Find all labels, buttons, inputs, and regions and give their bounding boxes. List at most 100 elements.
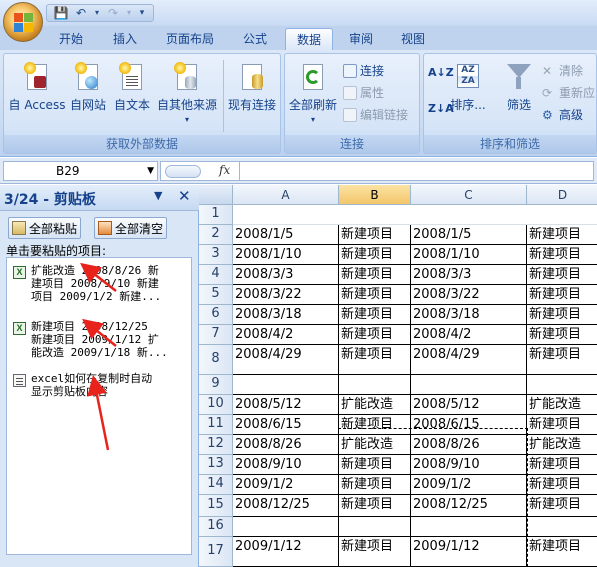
row-header[interactable]: 5 [199, 285, 233, 305]
cell-b3[interactable]: 新建项目 [339, 246, 411, 263]
cell-b5[interactable]: 新建项目 [339, 286, 411, 303]
cell-d6[interactable]: 新建项目 [527, 306, 597, 323]
clear-button[interactable]: ✕ 清除 [542, 62, 583, 79]
cell-d8[interactable]: 新建项目 [527, 346, 597, 363]
row-header[interactable]: 11 [199, 415, 233, 435]
row-header[interactable]: 17 [199, 537, 233, 567]
cell-c3[interactable]: 2008/1/10 [411, 246, 527, 263]
clipboard-item[interactable]: X 扩能改造 2008/8/26 新 建项目 2008/9/10 新建 项目 2… [13, 264, 183, 303]
row-header[interactable]: 8 [199, 345, 233, 375]
cell-a10[interactable]: 2008/5/12 [233, 396, 339, 413]
row-header[interactable]: 9 [199, 375, 233, 395]
from-text-button[interactable]: 自文本 [112, 62, 152, 113]
cell-a6[interactable]: 2008/3/18 [233, 306, 339, 323]
cell-d17[interactable]: 新建项目 [527, 538, 597, 555]
tab-insert[interactable]: 插入 [104, 28, 146, 50]
filter-button[interactable]: 筛选 [502, 62, 536, 113]
reapply-button[interactable]: ⟳ 重新应 [542, 84, 595, 101]
connections-button[interactable]: 连接 [343, 62, 384, 79]
cell-d5[interactable]: 新建项目 [527, 286, 597, 303]
cell-d3[interactable]: 新建项目 [527, 246, 597, 263]
save-icon[interactable]: 💾 [53, 6, 69, 20]
row-header[interactable]: 16 [199, 517, 233, 537]
cell-c5[interactable]: 2008/3/22 [411, 286, 527, 303]
row-header[interactable]: 12 [199, 435, 233, 455]
cell-d14[interactable]: 新建项目 [527, 476, 597, 493]
cell-c10[interactable]: 2008/5/12 [411, 396, 527, 413]
undo-dropdown-icon[interactable]: ▾ [93, 6, 101, 20]
tab-formulas[interactable]: 公式 [234, 28, 276, 50]
column-header-b[interactable]: B [339, 185, 411, 205]
cell-b8[interactable]: 新建项目 [339, 346, 411, 363]
clipboard-item[interactable]: excel如何在复制时自动 显示剪贴板内容 [13, 372, 183, 398]
name-box[interactable]: B29 ▼ [3, 161, 158, 181]
undo-icon[interactable]: ↶ [73, 6, 89, 20]
cell-a4[interactable]: 2008/3/3 [233, 266, 339, 283]
cell-d15[interactable]: 新建项目 [527, 496, 597, 513]
existing-connections-button[interactable]: 现有连接 [226, 62, 278, 113]
row-header[interactable]: 1 [199, 205, 233, 225]
pane-menu-icon[interactable]: ▼ [154, 189, 162, 202]
cell-c6[interactable]: 2008/3/18 [411, 306, 527, 323]
cell-c8[interactable]: 2008/4/29 [411, 346, 527, 363]
from-other-sources-button[interactable]: 自其他来源 ▾ [154, 62, 220, 124]
cell-a15[interactable]: 2008/12/25 [233, 496, 339, 513]
cell-a14[interactable]: 2009/1/2 [233, 476, 339, 493]
cell-d7[interactable]: 新建项目 [527, 326, 597, 343]
customize-dropdown-icon[interactable]: ▾ [137, 6, 147, 20]
cell-c4[interactable]: 2008/3/3 [411, 266, 527, 283]
column-header-a[interactable]: A [233, 185, 339, 205]
cell-b10[interactable]: 扩能改造 [339, 396, 411, 413]
sort-button[interactable]: AZ ZA 排序... [450, 62, 486, 113]
tab-view[interactable]: 视图 [392, 28, 434, 50]
row-header[interactable]: 3 [199, 245, 233, 265]
row-header[interactable]: 13 [199, 455, 233, 475]
formula-input[interactable]: fx [160, 161, 594, 181]
cell-b7[interactable]: 新建项目 [339, 326, 411, 343]
insert-function-icon[interactable]: fx [219, 163, 230, 177]
cell-a12[interactable]: 2008/8/26 [233, 436, 339, 453]
row-header[interactable]: 15 [199, 495, 233, 517]
tab-home[interactable]: 开始 [50, 28, 92, 50]
row-header[interactable]: 6 [199, 305, 233, 325]
from-access-button[interactable]: 自 Access [8, 62, 66, 113]
cell-a5[interactable]: 2008/3/22 [233, 286, 339, 303]
column-header-c[interactable]: C [411, 185, 527, 205]
redo-icon[interactable]: ↷ [105, 6, 121, 20]
cell-c2[interactable]: 2008/1/5 [411, 226, 527, 243]
cell-b4[interactable]: 新建项目 [339, 266, 411, 283]
cell-a13[interactable]: 2008/9/10 [233, 456, 339, 473]
tab-page-layout[interactable]: 页面布局 [160, 28, 220, 50]
row-header[interactable]: 2 [199, 225, 233, 245]
cell-d13[interactable]: 新建项目 [527, 456, 597, 473]
cell-d12[interactable]: 扩能改造 [527, 436, 597, 453]
cell-a17[interactable]: 2009/1/12 [233, 538, 339, 555]
cell-d11[interactable]: 新建项目 [527, 416, 597, 433]
cell-a7[interactable]: 2008/4/2 [233, 326, 339, 343]
clipboard-item[interactable]: X 新建项目 2008/12/25 新建项目 2009/1/12 扩 能改造 2… [13, 320, 183, 359]
cell-a2[interactable]: 2008/1/5 [233, 226, 339, 243]
properties-button[interactable]: 属性 [343, 84, 384, 101]
select-all-corner[interactable] [199, 185, 233, 205]
chevron-down-icon[interactable]: ▼ [147, 162, 154, 180]
advanced-button[interactable]: ⚙ 高级 [542, 106, 583, 123]
cell-d4[interactable]: 新建项目 [527, 266, 597, 283]
cell-a3[interactable]: 2008/1/10 [233, 246, 339, 263]
clear-all-button[interactable]: 全部清空 [94, 217, 168, 239]
edit-links-button[interactable]: 编辑链接 [343, 106, 408, 123]
tab-data[interactable]: 数据 [285, 28, 333, 50]
row-header[interactable]: 7 [199, 325, 233, 345]
paste-all-button[interactable]: 全部粘贴 [8, 217, 82, 239]
cell-d10[interactable]: 扩能改造 [527, 396, 597, 413]
from-web-button[interactable]: 自网站 [68, 62, 108, 113]
office-button[interactable] [3, 2, 43, 42]
cell-c7[interactable]: 2008/4/2 [411, 326, 527, 343]
column-header-d[interactable]: D [527, 185, 597, 205]
cell-d2[interactable]: 新建项目 [527, 226, 597, 243]
redo-dropdown-icon[interactable]: ▾ [125, 6, 133, 20]
row-header[interactable]: 4 [199, 265, 233, 285]
row-header[interactable]: 10 [199, 395, 233, 415]
cell-a8[interactable]: 2008/4/29 [233, 346, 339, 363]
row-header[interactable]: 14 [199, 475, 233, 495]
cell-b6[interactable]: 新建项目 [339, 306, 411, 323]
